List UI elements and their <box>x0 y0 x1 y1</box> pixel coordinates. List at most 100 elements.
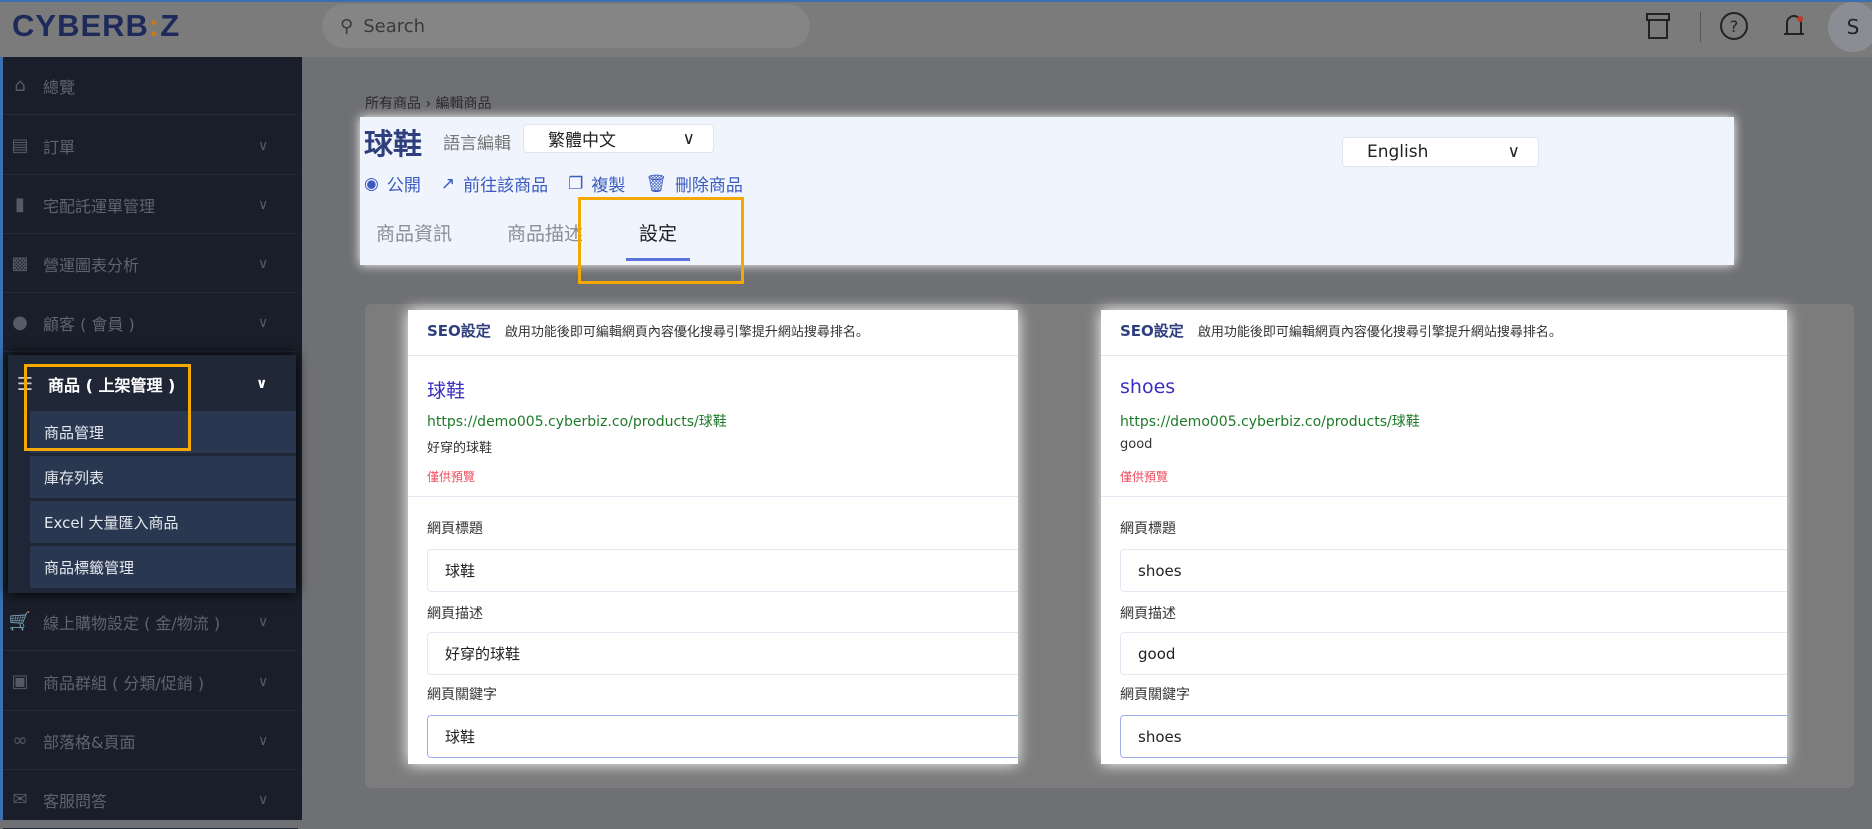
chevron-down-icon: ∨ <box>258 673 269 690</box>
preview-description: good <box>1120 437 1153 452</box>
chevron-down-icon: ∨ <box>258 732 269 749</box>
action-label: 刪除商品 <box>674 176 743 196</box>
help-icon[interactable]: ? <box>1716 8 1752 44</box>
tab-product-info[interactable]: 商品資訊 <box>376 219 452 246</box>
seo-hint: 啟用功能後即可編輯網頁內容優化搜尋引擎提升網站搜尋排名。 <box>1197 325 1562 340</box>
highlight-box-sidebar <box>24 364 191 451</box>
page-keywords-label: 網頁關鍵字 <box>427 687 497 703</box>
logo[interactable]: CYBERB:Z <box>12 8 180 44</box>
avatar[interactable]: S <box>1828 2 1872 52</box>
search-icon: ⚲ <box>340 15 354 37</box>
chevron-down-icon: ∨ <box>258 196 269 213</box>
chevron-down-icon: ∨ <box>258 255 269 272</box>
seo-panel-zh: SEO設定 啟用功能後即可編輯網頁內容優化搜尋引擎提升網站搜尋排名。 球鞋 htt… <box>408 310 1018 764</box>
sidebar-item-blog[interactable]: ∞ 部落格&頁面 ∨ <box>3 712 298 770</box>
bell-icon[interactable] <box>1776 8 1812 44</box>
rss-icon: ∞ <box>12 730 28 751</box>
action-bar: ◉ 公開 ↗ 前往該商品 ❐ 複製 🗑 刪除商品 <box>364 171 743 197</box>
divider <box>408 355 1018 356</box>
preview-url: https://demo005.cyberbiz.co/products/球鞋 <box>1120 414 1420 430</box>
sidebar-item-orders[interactable]: ▤ 訂單 ∨ <box>3 117 298 175</box>
page-description-input[interactable]: good <box>1120 632 1787 675</box>
trash-icon: 🗑 <box>645 173 667 194</box>
sidebar-item-support[interactable]: ✉ 客服問答 ∨ <box>3 771 298 829</box>
publish-button[interactable]: ◉ 公開 <box>364 171 421 197</box>
chevron-down-icon: ∨ <box>258 137 269 154</box>
tab-product-description[interactable]: 商品描述 <box>507 219 583 246</box>
page-title-label: 網頁標題 <box>427 521 483 537</box>
divider <box>1101 355 1787 356</box>
page-title-label: 網頁標題 <box>1120 521 1176 537</box>
sidebar-item-label: 宅配託運單管理 <box>43 196 156 216</box>
sidebar-item-label: 商品群組 ( 分類/促銷 ) <box>43 673 205 693</box>
preview-url: https://demo005.cyberbiz.co/products/球鞋 <box>427 414 727 430</box>
home-icon: ⌂ <box>14 75 26 96</box>
seo-hint: 啟用功能後即可編輯網頁內容優化搜尋引擎提升網站搜尋排名。 <box>504 325 869 340</box>
bar-chart-icon: ▩ <box>11 253 29 274</box>
select-value: 繁體中文 <box>548 131 616 151</box>
preview-note: 僅供預覽 <box>1120 470 1169 484</box>
sidebar-item-label: 顧客 ( 會員 ) <box>43 314 135 334</box>
divider <box>1101 496 1787 497</box>
preview-description: 好穿的球鞋 <box>427 441 493 456</box>
action-label: 前往該商品 <box>463 176 549 196</box>
divider <box>1700 12 1701 42</box>
sub-item-inventory[interactable]: 庫存列表 <box>30 456 296 500</box>
sidebar-item-label: 營運圖表分析 <box>43 255 140 275</box>
search-input[interactable]: ⚲ Search <box>322 4 810 48</box>
sidebar-item-label: 訂單 <box>43 137 76 157</box>
page-title: 球鞋 <box>364 127 423 161</box>
sidebar-item-label: 客服問答 <box>43 791 108 811</box>
page-description-label: 網頁描述 <box>427 606 483 622</box>
briefcase-icon: ▣ <box>11 671 29 692</box>
sidebar-item-checkout-settings[interactable]: 🛒 線上購物設定 ( 金/物流 ) ∨ <box>3 593 298 651</box>
preview-title: 球鞋 <box>427 380 466 402</box>
chevron-down-icon: ∨ <box>256 376 268 392</box>
sidebar-item-shipping[interactable]: ▮ 宅配託運單管理 ∨ <box>3 176 298 234</box>
page-description-label: 網頁描述 <box>1120 606 1176 622</box>
breadcrumb: 所有商品 › 編輯商品 <box>365 96 492 112</box>
sidebar-item-label: 線上購物設定 ( 金/物流 ) <box>43 613 221 633</box>
sidebar-item-label: 部落格&頁面 <box>43 732 136 752</box>
highlight-box-tab <box>578 197 744 284</box>
page-keywords-label: 網頁關鍵字 <box>1120 687 1190 703</box>
seo-panel-en: SEO設定 啟用功能後即可編輯網頁內容優化搜尋引擎提升網站搜尋排名。 shoes … <box>1101 310 1787 764</box>
copy-icon: ❐ <box>568 173 584 194</box>
page-keywords-input[interactable]: 球鞋 <box>427 715 1018 758</box>
seo-header: SEO設定 <box>1120 322 1184 340</box>
duplicate-button[interactable]: ❐ 複製 <box>568 171 626 197</box>
mail-icon: ✉ <box>12 789 28 810</box>
seo-header: SEO設定 <box>427 322 491 340</box>
sidebar-item-label: 總覽 <box>43 77 76 97</box>
file-icon: ▮ <box>15 194 25 215</box>
language-select[interactable]: 繁體中文 ∨ <box>523 124 714 153</box>
top-bar: CYBERB:Z ⚲ Search ? S <box>0 0 1872 57</box>
chevron-down-icon: ∨ <box>1507 142 1520 162</box>
store-icon[interactable] <box>1640 8 1676 44</box>
page-title-input[interactable]: shoes <box>1120 549 1787 592</box>
divider <box>408 496 1018 497</box>
sidebar-item-customers[interactable]: ● 顧客 ( 會員 ) ∨ <box>3 294 298 352</box>
sidebar-item-product-groups[interactable]: ▣ 商品群組 ( 分類/促銷 ) ∨ <box>3 653 298 711</box>
select-value: English <box>1367 142 1429 162</box>
list-icon: ▤ <box>11 135 29 156</box>
secondary-language-select[interactable]: English ∨ <box>1342 137 1539 167</box>
svg-text:?: ? <box>1730 17 1739 36</box>
external-link-icon: ↗ <box>440 173 456 194</box>
page-keywords-input[interactable]: shoes <box>1120 715 1787 758</box>
eye-icon: ◉ <box>364 173 379 194</box>
search-placeholder: Search <box>363 15 426 37</box>
preview-note: 僅供預覽 <box>427 470 476 484</box>
page-title-input[interactable]: 球鞋 <box>427 549 1018 592</box>
sidebar-item-analytics[interactable]: ▩ 營運圖表分析 ∨ <box>3 235 298 293</box>
view-product-link[interactable]: ↗ 前往該商品 <box>440 171 549 197</box>
action-label: 複製 <box>591 176 626 196</box>
chevron-down-icon: ∨ <box>682 128 695 149</box>
sub-item-tags[interactable]: 商品標籤管理 <box>30 546 296 590</box>
sub-item-excel-import[interactable]: Excel 大量匯入商品 <box>30 501 296 545</box>
action-label: 公開 <box>386 176 421 196</box>
delete-button[interactable]: 🗑 刪除商品 <box>645 171 743 197</box>
sidebar-item-overview[interactable]: ⌂ 總覽 <box>3 57 298 115</box>
page-description-input[interactable]: 好穿的球鞋 <box>427 632 1018 675</box>
chevron-down-icon: ∨ <box>258 613 269 630</box>
